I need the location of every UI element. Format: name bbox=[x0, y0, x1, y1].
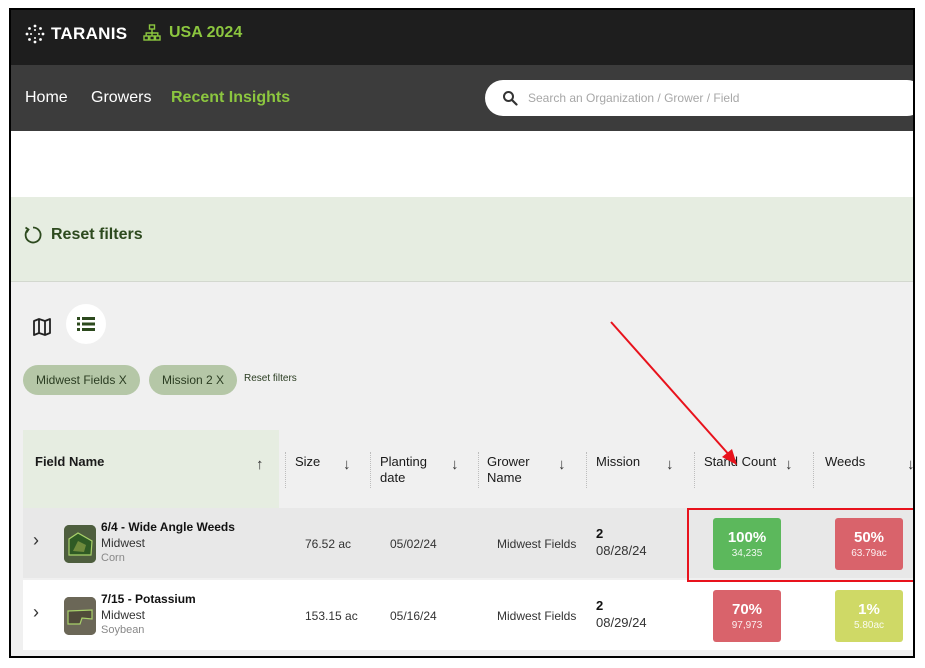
header-size[interactable]: Size bbox=[295, 454, 320, 470]
sort-down-icon[interactable]: ↓ bbox=[666, 456, 674, 473]
field-crop: Corn bbox=[101, 552, 125, 564]
field-thumbnail bbox=[64, 525, 96, 563]
planting-date: 05/16/24 bbox=[390, 609, 437, 623]
app-window: TARANIS USA 2024 Home Growers Recent Ins… bbox=[9, 8, 915, 658]
weeds-badge[interactable]: 1% 5.80ac bbox=[835, 590, 903, 642]
field-map-thumbnail bbox=[64, 525, 96, 563]
table-row[interactable]: › 7/15 - Potassium Midwest Soybean 153.1… bbox=[23, 580, 913, 650]
field-thumbnail bbox=[64, 597, 96, 635]
stand-count-badge[interactable]: 70% 97,973 bbox=[713, 590, 781, 642]
stand-count-value: 97,973 bbox=[731, 620, 763, 631]
sort-down-icon[interactable]: ↓ bbox=[343, 456, 351, 473]
weeds-percent: 1% bbox=[858, 601, 880, 618]
reset-icon bbox=[24, 226, 42, 244]
weeds-area: 5.80ac bbox=[853, 620, 885, 631]
column-divider bbox=[694, 452, 695, 488]
field-name-header-cell bbox=[23, 430, 279, 514]
sort-down-icon[interactable]: ↓ bbox=[451, 456, 459, 473]
sort-down-icon[interactable]: ↓ bbox=[558, 456, 566, 473]
chip-label: Mission 2 X bbox=[162, 373, 225, 387]
brand-logo[interactable]: TARANIS bbox=[25, 24, 127, 44]
grower-name: Midwest Fields bbox=[497, 609, 577, 623]
column-divider bbox=[370, 452, 371, 488]
header-planting-date[interactable]: Planting date bbox=[380, 454, 427, 486]
brand-name: TARANIS bbox=[51, 24, 128, 43]
chip-label: Midwest Fields X bbox=[36, 373, 127, 387]
field-name[interactable]: 6/4 - Wide Angle Weeds bbox=[101, 520, 235, 534]
header-stand-count[interactable]: Stand Count bbox=[704, 454, 776, 470]
header-grower-line1: Grower bbox=[487, 454, 530, 469]
sort-down-icon[interactable]: ↓ bbox=[785, 456, 793, 473]
search-box[interactable] bbox=[485, 80, 913, 116]
list-view-icon bbox=[77, 317, 95, 331]
sort-up-icon[interactable]: ↑ bbox=[256, 456, 264, 473]
reset-filters-button[interactable]: Reset filters bbox=[23, 225, 143, 245]
field-region: Midwest bbox=[101, 608, 146, 622]
column-divider bbox=[285, 452, 286, 488]
grower-name: Midwest Fields bbox=[497, 537, 577, 551]
filter-chip-midwest-fields[interactable]: Midwest Fields X bbox=[23, 365, 140, 395]
table-header: Field Name ↑ Size ↓ Planting date ↓ Growe… bbox=[23, 430, 913, 514]
mission-date: 08/28/24 bbox=[596, 543, 647, 558]
nav-growers[interactable]: Growers bbox=[91, 89, 151, 107]
filter-panel: Reset filters bbox=[11, 197, 913, 282]
header-grower-name[interactable]: Grower Name bbox=[487, 454, 530, 486]
field-map-thumbnail bbox=[64, 597, 96, 635]
stand-count-percent: 70% bbox=[731, 601, 763, 618]
column-divider bbox=[586, 452, 587, 488]
header-planting-line2: date bbox=[380, 470, 406, 485]
search-input[interactable] bbox=[528, 91, 888, 105]
annotation-highlight-box bbox=[687, 508, 913, 582]
taranis-logo-icon bbox=[25, 24, 45, 44]
reset-filters-link[interactable]: Reset filters bbox=[244, 373, 297, 384]
mission-date: 08/29/24 bbox=[596, 615, 647, 630]
expand-chevron-icon[interactable]: › bbox=[33, 602, 39, 623]
field-region: Midwest bbox=[101, 536, 146, 550]
mission-number: 2 bbox=[596, 526, 604, 541]
season-label: USA 2024 bbox=[169, 24, 243, 41]
column-divider bbox=[813, 452, 814, 488]
column-divider bbox=[478, 452, 479, 488]
org-hierarchy-icon bbox=[143, 24, 161, 41]
header-planting-line1: Planting bbox=[380, 454, 427, 469]
header-field-name[interactable]: Field Name bbox=[35, 454, 104, 470]
field-crop: Soybean bbox=[101, 624, 145, 636]
map-view-icon[interactable] bbox=[31, 316, 53, 338]
header-mission[interactable]: Mission bbox=[596, 454, 640, 470]
nav-bar: Home Growers Recent Insights bbox=[11, 65, 913, 131]
filter-chip-mission-2[interactable]: Mission 2 X bbox=[149, 365, 238, 395]
header-weeds[interactable]: Weeds bbox=[825, 454, 865, 470]
top-bar: TARANIS USA 2024 bbox=[11, 10, 913, 65]
nav-home[interactable]: Home bbox=[25, 89, 68, 107]
search-icon bbox=[503, 91, 518, 106]
field-size: 76.52 ac bbox=[305, 537, 352, 551]
planting-date: 05/02/24 bbox=[390, 537, 437, 551]
field-size: 153.15 ac bbox=[305, 609, 358, 623]
field-name[interactable]: 7/15 - Potassium bbox=[101, 592, 196, 606]
header-grower-line2: Name bbox=[487, 470, 522, 485]
nav-recent-insights[interactable]: Recent Insights bbox=[171, 89, 290, 107]
expand-chevron-icon[interactable]: › bbox=[33, 530, 39, 551]
reset-filters-label: Reset filters bbox=[51, 226, 143, 243]
sort-down-icon[interactable]: ↓ bbox=[907, 456, 913, 473]
list-view-button[interactable] bbox=[66, 304, 106, 344]
season-selector[interactable]: USA 2024 bbox=[143, 24, 242, 42]
mission-number: 2 bbox=[596, 598, 604, 613]
